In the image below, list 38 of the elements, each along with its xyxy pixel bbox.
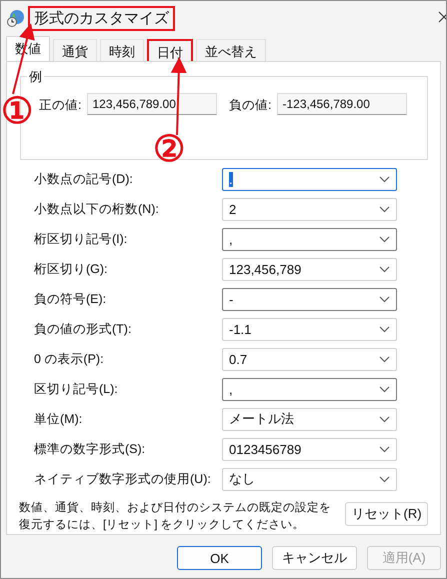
window-title: 形式のカスタマイズ (28, 6, 175, 30)
sample-field: -123,456,789.00 (277, 93, 407, 115)
group-legend: 例 (27, 68, 44, 86)
setting-label: 単位(M): (34, 410, 84, 428)
combo-box[interactable]: . (222, 168, 397, 190)
tab[interactable]: 日付 (147, 39, 193, 61)
setting-label: 標準の数字形式(S): (34, 440, 146, 458)
field-label: 正の値: (38, 97, 82, 114)
setting-label: 桁区切り(G): (34, 260, 109, 278)
setting-label: 負の値の形式(T): (34, 320, 132, 338)
combo-box[interactable]: 123,456,789 (222, 258, 397, 280)
dialog-button[interactable]: キャンセル (272, 546, 357, 570)
callout-number: ① (1, 93, 33, 129)
setting-label: 区切り記号(L): (34, 380, 119, 398)
tab[interactable]: 通貨 (53, 39, 97, 61)
sample-field: 123,456,789.00 (87, 93, 217, 115)
combo-box[interactable]: なし (222, 468, 397, 490)
callout-number: ② (153, 131, 185, 167)
combo-box[interactable]: -1.1 (222, 318, 397, 340)
setting-label: 小数点以下の桁数(N): (34, 200, 160, 218)
combo-box[interactable]: - (222, 288, 397, 310)
tab[interactable]: 時刻 (100, 39, 144, 61)
combo-box[interactable]: 0.7 (222, 348, 397, 370)
combo-box[interactable]: メートル法 (222, 408, 397, 430)
field-label: 負の値: (229, 97, 272, 114)
tab[interactable]: 並べ替え (196, 39, 266, 61)
dialog-button[interactable]: OK (177, 546, 262, 570)
setting-label: 0 の表示(P): (34, 350, 105, 368)
setting-label: 負の符号(E): (34, 290, 108, 308)
setting-label: 桁区切り記号(I): (34, 230, 128, 248)
reset-button[interactable]: リセット(R) (345, 502, 428, 526)
reset-note: 数値、通貨、時刻、および日付のシステムの既定の設定を復元するには、[リセット] をクリックしてください。 (19, 500, 332, 533)
setting-label: 小数点の記号(D): (34, 170, 134, 188)
setting-label: ネイティブ数字形式の使用(U): (34, 470, 212, 488)
combo-box[interactable]: , (222, 378, 397, 400)
combo-box[interactable]: 0123456789 (222, 438, 397, 460)
combo-box[interactable]: 2 (222, 198, 397, 220)
combo-box[interactable]: , (222, 228, 397, 250)
